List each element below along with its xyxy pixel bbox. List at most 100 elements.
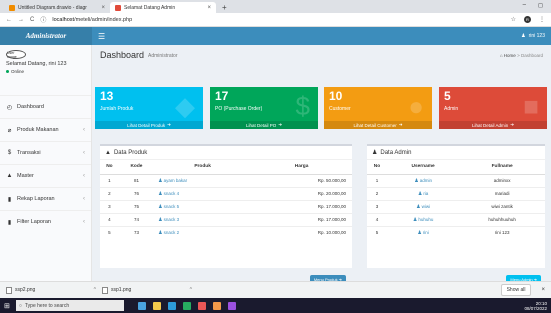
table-header: Kode xyxy=(118,160,155,175)
sidebar-toggle-icon[interactable]: ☰ xyxy=(98,32,105,41)
tab-title: Selamat Datang Admin xyxy=(124,4,176,11)
user-link[interactable]: ria xyxy=(423,191,428,196)
info-icon[interactable]: ⓘ xyxy=(40,15,46,24)
user-link[interactable]: wiwi xyxy=(422,204,431,209)
stat-detail-link[interactable]: Lihat Detail Produk ➜ xyxy=(95,121,203,129)
stat-box: 5 Admin ■ Lihat Detail Admin ➜ xyxy=(439,87,547,129)
sidebar-item-filter-laporan[interactable]: ▮ Filter Laporan ‹ xyxy=(0,210,91,233)
product-link[interactable]: snack 5 xyxy=(164,204,180,209)
url-field[interactable]: localhost/meteli/admin/index.php xyxy=(52,17,132,23)
new-tab-button[interactable]: + xyxy=(216,3,233,13)
top-navbar: ☰ ♟ rini 123 xyxy=(92,27,551,45)
chevron-up-icon[interactable]: ^ xyxy=(94,287,96,293)
browser-tab-drawio[interactable]: Untitled Diagram.drawio - diagr × xyxy=(4,2,110,13)
admin-panel-title: ♟ Data Admin xyxy=(367,146,545,160)
sidebar-item-label: Dashboard xyxy=(17,104,44,110)
product-link[interactable]: snack 2 xyxy=(164,230,180,235)
close-tab-icon[interactable]: × xyxy=(101,5,105,11)
user-link[interactable]: huhuhu xyxy=(418,217,433,222)
chrome-icon[interactable] xyxy=(182,301,191,310)
sidebar-item-master[interactable]: ▲ Master ‹ xyxy=(0,164,91,187)
table-cell: ♟snack 4 xyxy=(154,186,252,200)
table-header: Produk xyxy=(154,160,252,175)
stat-detail-link[interactable]: Lihat Detail Customer ➜ xyxy=(324,121,432,129)
stat-label: Customer xyxy=(329,106,351,112)
stat-number: 17 xyxy=(215,89,229,103)
user-menu[interactable]: ♟ rini 123 xyxy=(521,33,545,39)
app-icon[interactable] xyxy=(197,301,206,310)
table-header: Harga xyxy=(251,160,352,175)
minimize-button[interactable]: – xyxy=(523,2,526,9)
user-icon: ♟ xyxy=(417,190,423,197)
store-icon[interactable] xyxy=(167,301,176,310)
user-icon: ♟ xyxy=(414,177,419,184)
bookmark-star-icon[interactable]: ☆ xyxy=(511,16,516,23)
forward-icon[interactable]: → xyxy=(18,17,24,23)
sidebar-item-label: Filter Laporan xyxy=(17,219,51,225)
stat-boxes: 13 Jumlah Produk ◆ Lihat Detail Produk ➜ 1… xyxy=(92,87,551,129)
table-row: 5 ♟rini rini 123 xyxy=(367,225,545,239)
sidebar-item-rekap-laporan[interactable]: ▮ Rekap Laporan ‹ xyxy=(0,187,91,210)
chevron-up-icon[interactable]: ^ xyxy=(190,287,192,293)
system-clock[interactable]: 20:10 08/07/2022 xyxy=(524,301,547,311)
windows-start-icon[interactable]: ⊞ xyxy=(4,302,10,310)
product-link[interactable]: snack 4 xyxy=(164,191,180,196)
table-cell: 73 xyxy=(118,225,155,239)
table-cell: ♟snack 2 xyxy=(154,225,252,239)
table-cell: wiwi zantik xyxy=(459,199,545,213)
stat-detail-link[interactable]: Lihat Detail Admin ➜ xyxy=(439,121,547,129)
sidebar-item-transaksi[interactable]: $ Transaksi ‹ xyxy=(0,141,91,164)
search-icon: ○ xyxy=(18,302,22,309)
user-icon: ♟ xyxy=(521,33,526,39)
table-cell: 4 xyxy=(100,212,119,226)
table-cell: Rp. 10.000,00 xyxy=(251,225,352,239)
user-link[interactable]: rini xyxy=(423,230,429,235)
table-cell: ♟huhuhu xyxy=(386,212,460,226)
table-cell: 5 xyxy=(100,225,119,239)
table-row: 1 81 ♟ayam bakar Rp. 50.000,00 xyxy=(100,173,352,187)
edge-icon[interactable] xyxy=(137,301,146,310)
table-cell: adminxx xyxy=(459,173,545,187)
sidebar-item-label: Rekap Laporan xyxy=(17,196,55,202)
profile-avatar[interactable]: R xyxy=(524,16,531,23)
sidebar-item-dashboard[interactable]: ◴ Dashboard xyxy=(0,95,91,118)
show-all-button[interactable]: Show all xyxy=(500,284,532,296)
taskbar-search[interactable]: ○ Type here to search xyxy=(15,300,124,311)
app-logo[interactable]: Administrator xyxy=(0,27,92,45)
table-cell: 81 xyxy=(118,173,155,187)
sidebar-item-produk-makanan[interactable]: ⌀ Produk Makanan ‹ xyxy=(0,118,91,141)
download-item[interactable]: ssp1.png ^ xyxy=(102,286,192,294)
stat-label: Jumlah Produk xyxy=(100,106,134,112)
table-cell: 76 xyxy=(118,186,155,200)
table-cell: 2 xyxy=(367,186,387,200)
taskbar-apps xyxy=(137,301,236,310)
app-icon[interactable] xyxy=(227,301,236,310)
file-explorer-icon[interactable] xyxy=(152,301,161,310)
download-item[interactable]: ssp2.png ^ xyxy=(6,286,96,294)
breadcrumb-home[interactable]: Home xyxy=(504,53,516,58)
table-cell: Rp. 50.000,00 xyxy=(251,173,352,187)
stat-detail-link[interactable]: Lihat Detail PO ➜ xyxy=(210,121,318,129)
table-header: No xyxy=(100,160,119,175)
produk-panel-title: ▲ Data Produk xyxy=(100,146,352,160)
browser-tab-admin[interactable]: Selamat Datang Admin × xyxy=(110,2,216,13)
close-icon[interactable]: × xyxy=(541,287,545,293)
table-cell: Rp. 17.000,00 xyxy=(251,199,352,213)
user-link[interactable]: admin xyxy=(420,178,432,183)
user-icon: ♟ xyxy=(158,229,163,236)
close-tab-icon[interactable]: × xyxy=(207,5,211,11)
back-icon[interactable]: ← xyxy=(6,17,12,23)
browser-menu-icon[interactable]: ⋮ xyxy=(539,16,545,23)
table-cell: ♟admin xyxy=(386,173,460,187)
reload-icon[interactable]: C xyxy=(30,17,34,23)
stat-decor-icon: ◆ xyxy=(175,91,195,121)
app-icon[interactable] xyxy=(212,301,221,310)
maximize-button[interactable]: ◻ xyxy=(538,2,543,9)
avatar: User Image xyxy=(6,50,26,59)
product-link[interactable]: snack 3 xyxy=(164,217,180,222)
product-link[interactable]: ayam bakar xyxy=(164,178,188,183)
table-header: No xyxy=(367,160,387,175)
table-cell: mariadi xyxy=(459,186,545,200)
sidebar-menu: ◴ Dashboard ⌀ Produk Makanan ‹ $ Transaks… xyxy=(0,95,91,233)
table-header: Username xyxy=(386,160,460,175)
